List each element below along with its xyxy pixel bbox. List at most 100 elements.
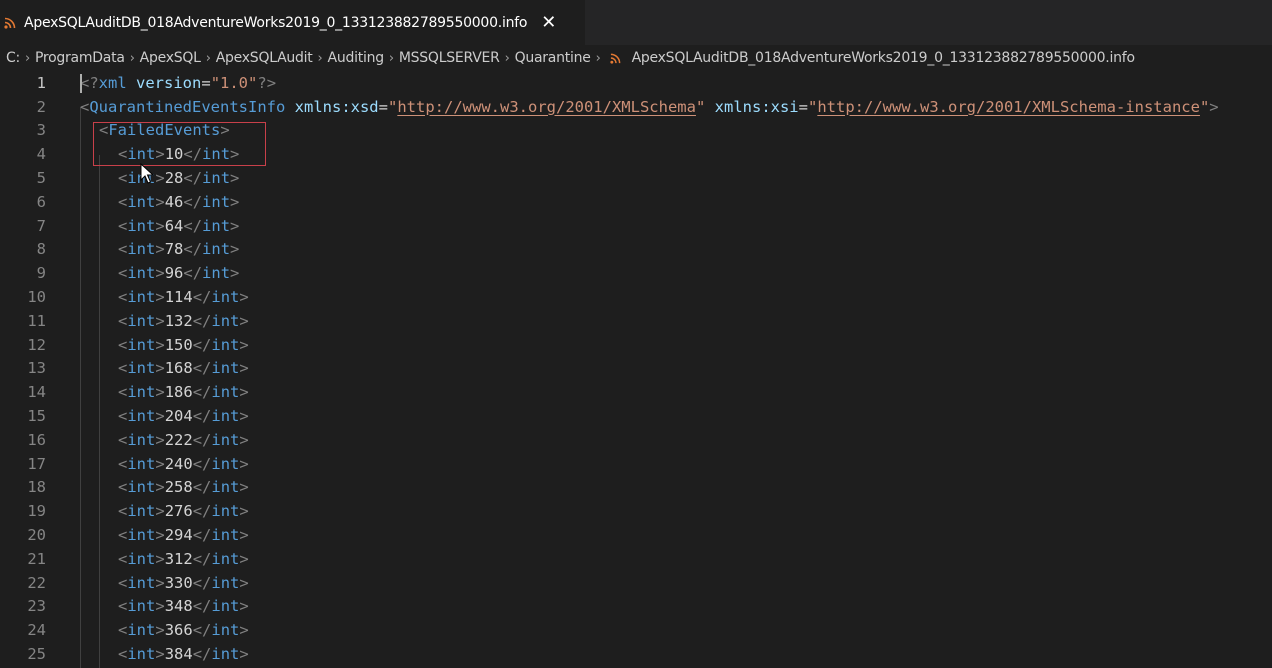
xml-tag: QuarantinedEventsInfo	[89, 97, 286, 116]
xml-tag: int	[211, 407, 240, 426]
editor-tab[interactable]: ApexSQLAuditDB_018AdventureWorks2019_0_1…	[0, 0, 586, 45]
xml-punct: >	[155, 169, 165, 188]
breadcrumb-item[interactable]: Auditing	[326, 50, 386, 66]
breadcrumb-item[interactable]: ProgramData	[33, 50, 127, 66]
xml-punct: </	[183, 145, 203, 164]
xml-punct: >	[239, 359, 249, 378]
xml-punct: >	[230, 145, 240, 164]
breadcrumb-item[interactable]: Quarantine	[513, 50, 593, 66]
code-text: <int>114</int>	[118, 288, 249, 306]
xml-attr: version	[136, 73, 202, 92]
code-line: 12 <int>150</int>	[0, 333, 1272, 357]
xml-value: 78	[164, 240, 184, 259]
xml-punct: >	[155, 311, 165, 330]
chevron-right-icon: ›	[595, 50, 601, 66]
xml-punct: </	[192, 359, 212, 378]
code-line: 24 <int>366</int>	[0, 618, 1272, 642]
xml-punct: </	[192, 621, 212, 640]
xml-tag: int	[211, 359, 240, 378]
xml-punct: >	[230, 216, 240, 235]
xml-url-link[interactable]: http://www.w3.org/2001/XMLSchema-instanc…	[817, 98, 1200, 116]
line-number: 13	[27, 359, 46, 378]
xml-punct: <	[118, 335, 128, 354]
code-line: 9 <int>96</int>	[0, 261, 1272, 285]
code-text: <int>366</int>	[118, 621, 249, 639]
xml-punct: >	[230, 192, 240, 211]
xml-url-link[interactable]: http://www.w3.org/2001/XMLSchema	[397, 98, 696, 116]
code-text: <int>330</int>	[118, 574, 249, 592]
xml-tag: int	[202, 169, 231, 188]
chevron-right-icon: ›	[205, 50, 211, 66]
code-text: <int>348</int>	[118, 597, 249, 615]
xml-punct: </	[192, 335, 212, 354]
chevron-right-icon: ›	[504, 50, 510, 66]
xml-punct: <	[118, 549, 128, 568]
xml-punct: <	[118, 264, 128, 283]
xml-tag: int	[127, 502, 156, 521]
xml-tag: int	[211, 645, 240, 664]
code-line: 7 <int>64</int>	[0, 214, 1272, 238]
xml-punct: <	[118, 621, 128, 640]
xml-punct: </	[183, 216, 203, 235]
code-text: <int>294</int>	[118, 526, 249, 544]
code-text: <int>46</int>	[118, 193, 239, 211]
xml-punct: >	[155, 597, 165, 616]
xml-punct: >	[155, 264, 165, 283]
xml-punct: >	[155, 573, 165, 592]
xml-tag: int	[211, 430, 240, 449]
code-text: <int>10</int>	[118, 145, 239, 163]
xml-tag: int	[211, 288, 240, 307]
line-number: 11	[27, 311, 46, 330]
xml-tag: int	[127, 645, 156, 664]
xml-tag: int	[127, 335, 156, 354]
code-line: 6 <int>46</int>	[0, 190, 1272, 214]
xml-tag: int	[211, 502, 240, 521]
xml-tag: int	[127, 407, 156, 426]
xml-punct: </	[192, 573, 212, 592]
xml-tag: int	[127, 288, 156, 307]
xml-value: 10	[164, 145, 184, 164]
xml-punct: >	[239, 478, 249, 497]
xml-tag: int	[202, 240, 231, 259]
xml-punct: >	[239, 549, 249, 568]
code-line: 10 <int>114</int>	[0, 285, 1272, 309]
xml-value: 222	[164, 430, 193, 449]
xml-punct: >	[230, 169, 240, 188]
chevron-right-icon: ›	[129, 50, 135, 66]
xml-tag: int	[202, 192, 231, 211]
xml-punct: </	[192, 502, 212, 521]
xml-punct: <	[118, 407, 128, 426]
close-icon[interactable]: ✕	[541, 13, 556, 32]
breadcrumb-file[interactable]: ApexSQLAuditDB_018AdventureWorks2019_0_1…	[630, 50, 1137, 66]
code-text: <int>78</int>	[118, 240, 239, 258]
line-number: 6	[36, 192, 46, 211]
line-number: 8	[36, 240, 46, 259]
xml-decl: xml	[98, 73, 127, 92]
xml-punct: <	[118, 192, 128, 211]
breadcrumb-item[interactable]: MSSQLSERVER	[397, 50, 502, 66]
chevron-right-icon: ›	[25, 50, 30, 66]
xml-tag: int	[127, 526, 156, 545]
xml-punct: >	[155, 359, 165, 378]
xml-value: 150	[164, 335, 193, 354]
code-line: 14 <int>186</int>	[0, 380, 1272, 404]
code-editor[interactable]: 1 <?xml version="1.0"?> 2 <QuarantinedEvent…	[0, 71, 1272, 668]
xml-tag: int	[127, 192, 156, 211]
breadcrumb-item[interactable]: C:	[4, 50, 22, 66]
xml-punct: <	[118, 597, 128, 616]
breadcrumb-item[interactable]: ApexSQLAudit	[214, 50, 315, 66]
xml-attr: xmlns:xsi	[714, 97, 799, 116]
breadcrumb-item[interactable]: ApexSQL	[138, 50, 203, 66]
xml-punct: <	[118, 216, 128, 235]
xml-punct: >	[155, 145, 165, 164]
code-text: <QuarantinedEventsInfo xmlns:xsd="http:/…	[80, 98, 1219, 116]
xml-punct: </	[192, 311, 212, 330]
xml-punct: </	[183, 192, 203, 211]
tab-title: ApexSQLAuditDB_018AdventureWorks2019_0_1…	[24, 14, 528, 31]
code-text: <int>222</int>	[118, 431, 249, 449]
code-line: 4 <int>10</int>	[0, 142, 1272, 166]
line-number: 12	[27, 335, 46, 354]
xml-punct: </	[183, 240, 203, 259]
xml-punct: >	[155, 240, 165, 259]
xml-value: 348	[164, 597, 193, 616]
